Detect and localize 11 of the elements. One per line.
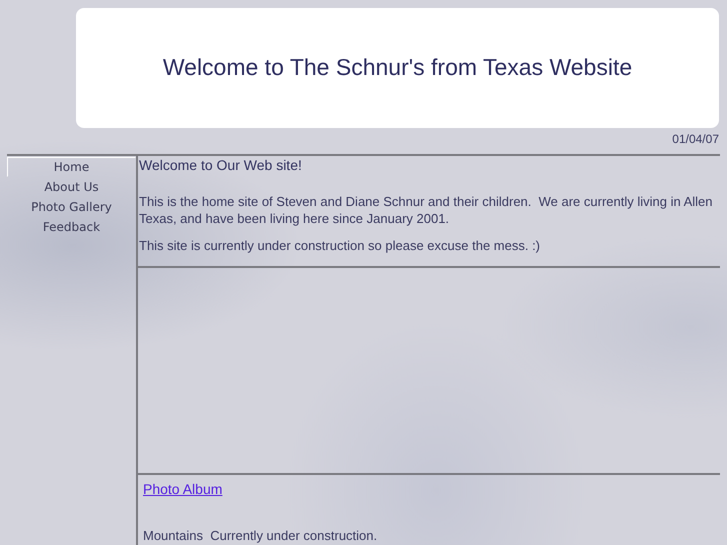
photo-album-link[interactable]: Photo Album	[143, 481, 222, 497]
nav-link[interactable]: Feedback	[7, 217, 136, 237]
nav-link[interactable]: About Us	[7, 177, 136, 197]
album-note: Mountains Currently under construction.	[143, 527, 378, 545]
nav-link[interactable]: Home	[7, 157, 136, 177]
paragraph: This is the home site of Steven and Diane Schnur and their children. We are currently living in Allen Texas, and have been living here since January 2001.	[139, 192, 714, 227]
site-title: Welcome to The Schnur's from Texas Website	[162, 54, 632, 82]
nav-link[interactable]: Photo Gallery	[7, 197, 136, 217]
paragraph: This site is currently under construction so please excuse the mess. :)	[139, 236, 542, 254]
date-text: 01/04/07	[672, 132, 719, 146]
section-heading: Welcome to Our Web site!	[139, 157, 303, 174]
